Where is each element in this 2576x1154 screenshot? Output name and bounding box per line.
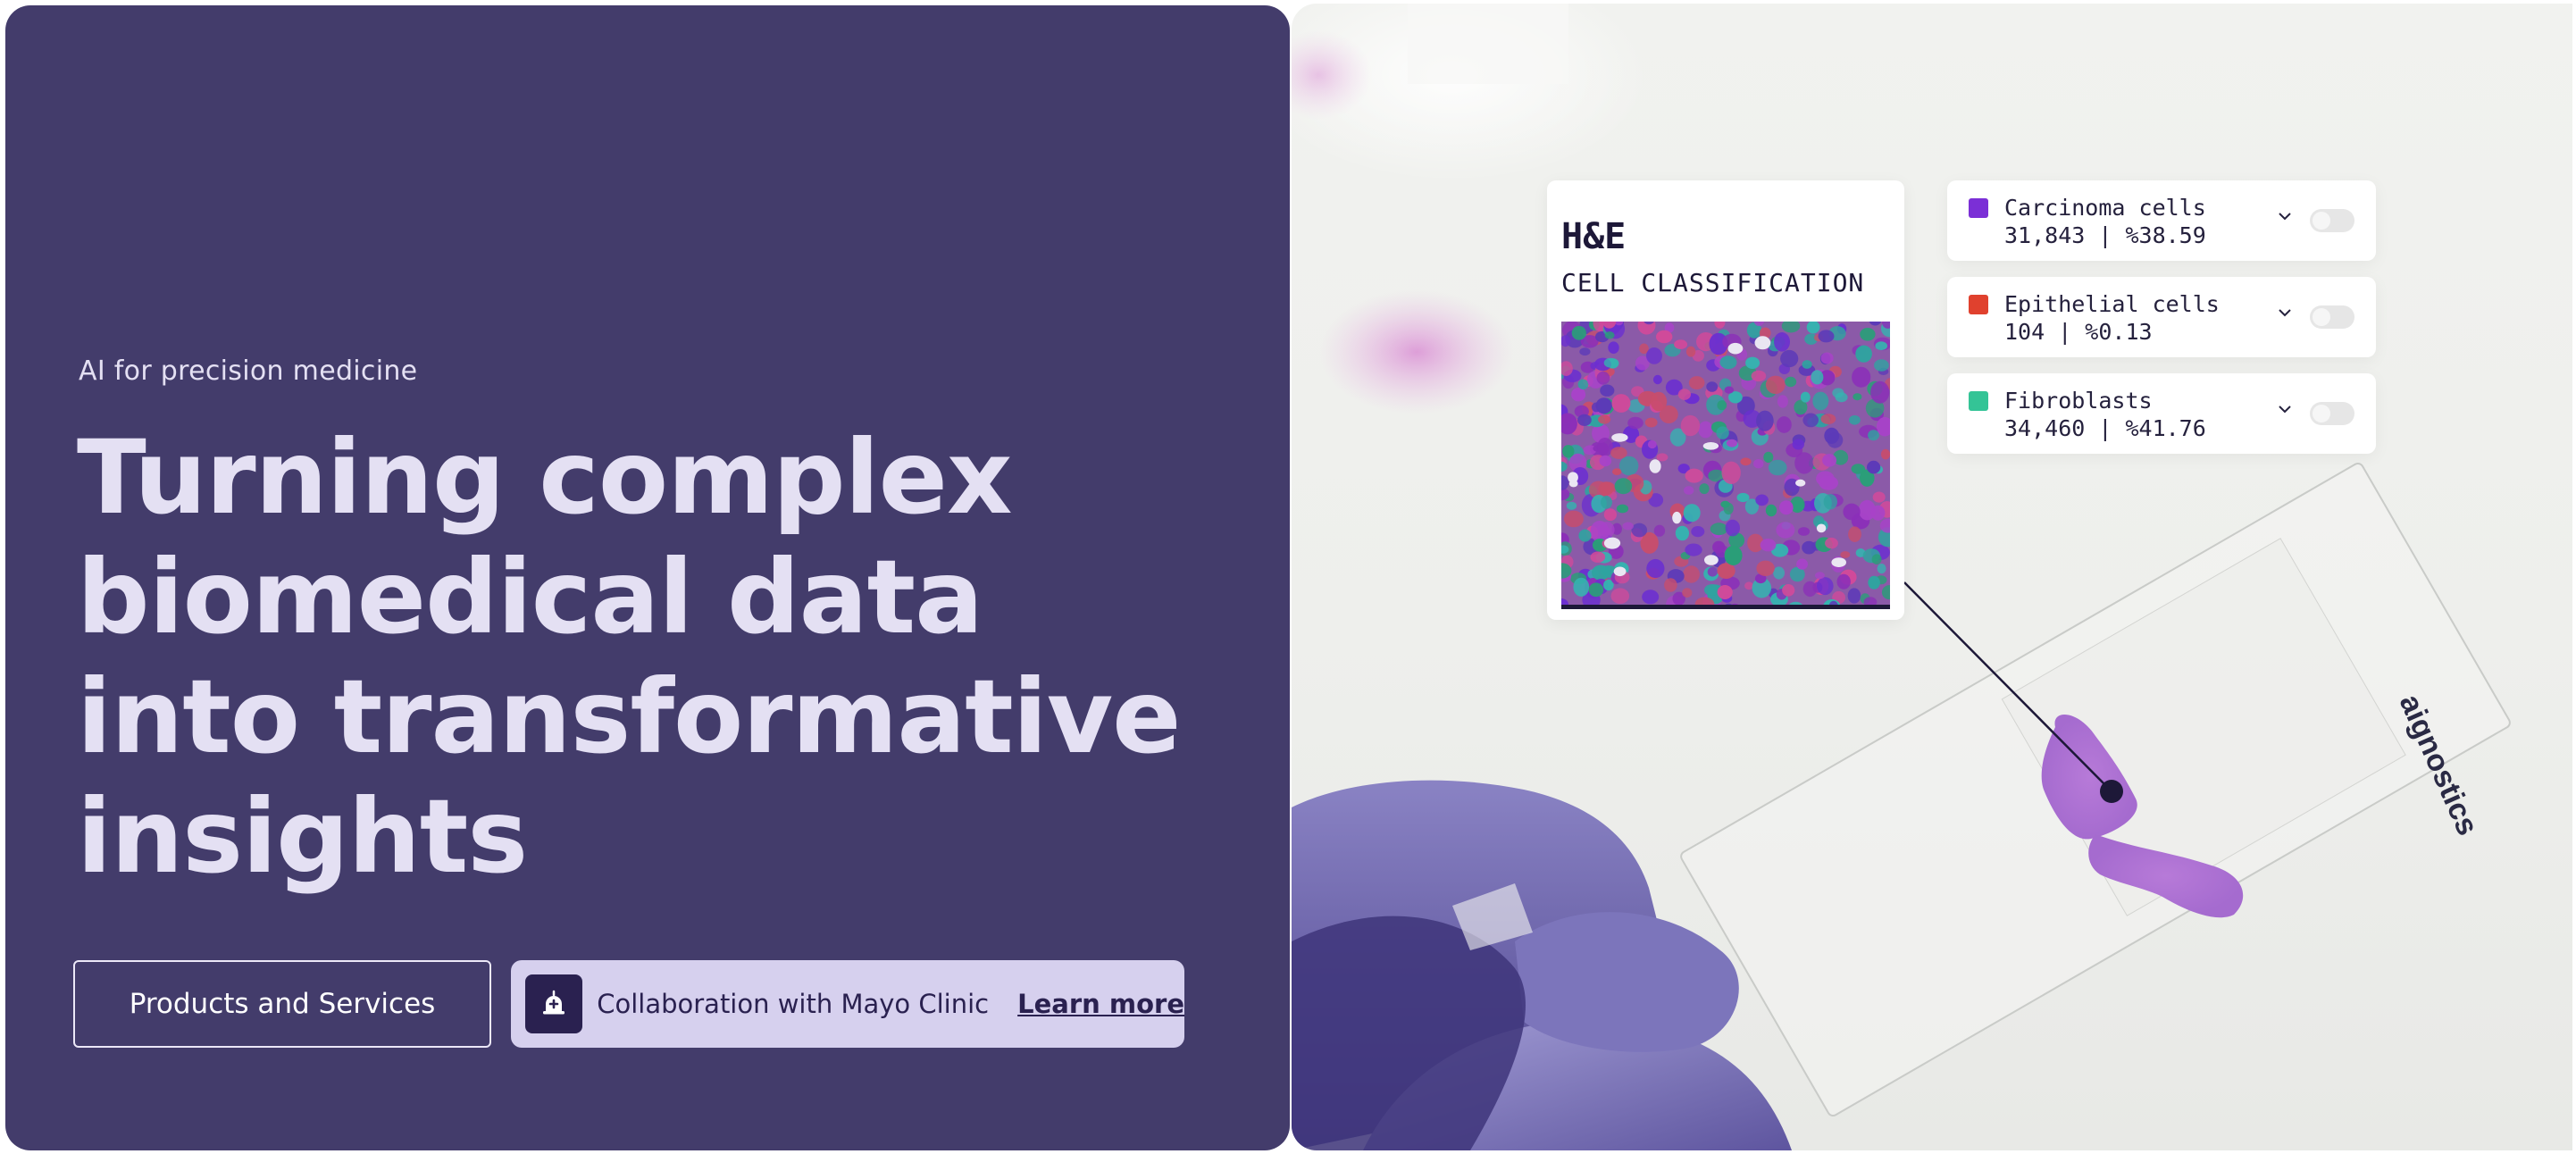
legend-item-fibroblasts: Fibroblasts 34,460 | %41.76 [1947, 373, 2376, 454]
cell-classification-image [1561, 322, 1890, 609]
panel-subtitle: CELL CLASSIFICATION [1561, 268, 1865, 297]
collaboration-text: Collaboration with Mayo Clinic [597, 989, 990, 1019]
legend-count: 31,843 | %38.59 [2004, 222, 2206, 248]
hero-headline: Turning complex biomedical data into tra… [77, 418, 1290, 897]
chevron-down-icon[interactable] [2276, 207, 2294, 225]
chevron-down-icon[interactable] [2276, 304, 2294, 322]
legend-label: Carcinoma cells [2004, 195, 2206, 221]
legend-color-swatch [1969, 198, 1988, 218]
legend-visibility-toggle[interactable] [2310, 209, 2354, 232]
headline-line: biomedical data [77, 538, 983, 656]
learn-more-link[interactable]: Learn more [1017, 989, 1184, 1019]
cell-classification-panel: H&E CELL CLASSIFICATION [1547, 180, 1904, 620]
legend-visibility-toggle[interactable] [2310, 305, 2354, 329]
legend-item-epithelial: Epithelial cells 104 | %0.13 [1947, 277, 2376, 357]
legend-count: 34,460 | %41.76 [2004, 415, 2206, 441]
lab-photo-illustration: aignostics [1292, 4, 2511, 1150]
legend-color-swatch [1969, 295, 1988, 314]
chevron-down-icon[interactable] [2276, 400, 2294, 418]
panel-title: H&E [1561, 216, 1627, 257]
collaboration-banner: Collaboration with Mayo Clinic Learn mor… [511, 960, 1184, 1048]
legend-visibility-toggle[interactable] [2310, 402, 2354, 425]
legend-label: Epithelial cells [2004, 291, 2220, 317]
headline-line: Turning complex [77, 418, 1013, 537]
products-and-services-button[interactable]: Products and Services [73, 960, 491, 1048]
legend-count: 104 | %0.13 [2004, 319, 2153, 345]
hero-eyebrow: AI for precision medicine [79, 355, 418, 387]
hospital-bell-icon [525, 974, 583, 1033]
legend-item-carcinoma: Carcinoma cells 31,843 | %38.59 [1947, 180, 2376, 261]
headline-line: insights [77, 777, 528, 896]
headline-line: into transformative [77, 657, 1181, 776]
hero-photo: aignostics [1292, 4, 2572, 1150]
legend-label: Fibroblasts [2004, 388, 2153, 414]
legend-color-swatch [1969, 391, 1988, 411]
